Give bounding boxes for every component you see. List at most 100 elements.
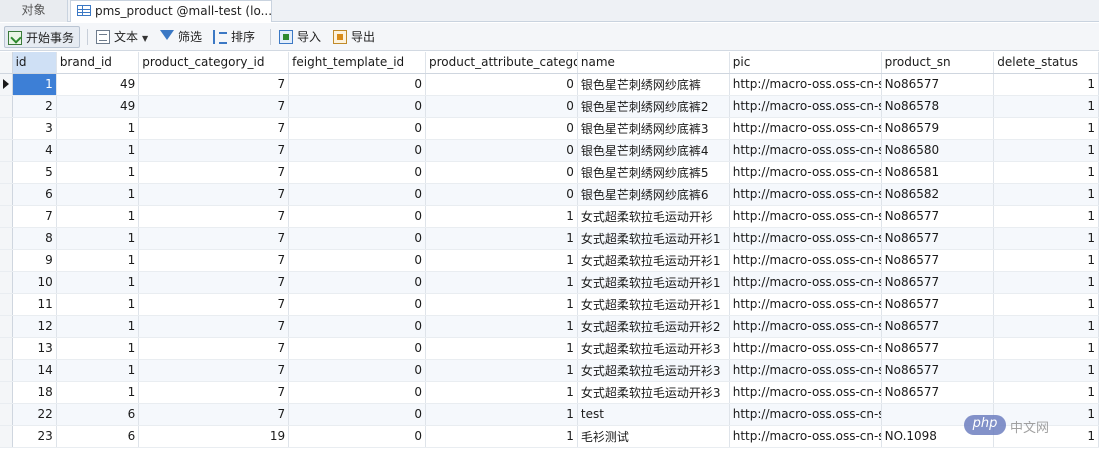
cell-name[interactable]: 银色星芒刺绣网纱底裤 [577,73,730,96]
cell-id[interactable]: 8 [12,227,57,250]
cell-delete-status[interactable]: 1 [993,293,1099,316]
cell-delete-status[interactable]: 1 [993,337,1099,360]
row-selector[interactable] [0,73,13,96]
tab-objects[interactable]: 对象 [0,0,68,22]
cell-name[interactable]: 女式超柔软拉毛运动开衫1 [577,271,730,294]
cell-brand-id[interactable]: 1 [56,271,140,294]
table-row[interactable]: 22 6 7 0 1 test http://macro-oss.oss-cn-s 1 [0,403,1099,426]
cell-brand-id[interactable]: 1 [56,161,140,184]
cell-product-attribute-category[interactable]: 1 [425,227,578,250]
cell-product-attribute-category[interactable]: 0 [425,95,578,118]
cell-feight-template-id[interactable]: 0 [288,117,426,140]
cell-name[interactable]: 女式超柔软拉毛运动开衫1 [577,249,730,272]
row-selector[interactable] [0,337,13,360]
import-button[interactable]: 导入 [279,26,321,48]
table-row[interactable]: 14 1 7 0 1 女式超柔软拉毛运动开衫3 http://macro-oss.oss-c… [0,359,1099,382]
cell-product-category-id[interactable]: 7 [138,117,290,140]
cell-pic[interactable]: http://macro-oss.oss-cn-s [729,227,882,250]
table-row[interactable]: 9 1 7 0 1 女式超柔软拉毛运动开衫1 http://macro-oss.oss-cn… [0,249,1099,272]
cell-brand-id[interactable]: 1 [56,117,140,140]
cell-brand-id[interactable]: 1 [56,359,140,382]
cell-id[interactable]: 2 [12,95,57,118]
cell-product-attribute-category[interactable]: 0 [425,117,578,140]
cell-brand-id[interactable]: 6 [56,425,140,448]
table-row[interactable]: 7 1 7 0 1 女式超柔软拉毛运动开衫 http://macro-oss.oss-cn-… [0,205,1099,228]
column-header-brand-id[interactable]: brand_id [56,52,140,74]
cell-product-attribute-category[interactable]: 1 [425,293,578,316]
column-header-name[interactable]: name [577,52,730,74]
cell-pic[interactable]: http://macro-oss.oss-cn-s [729,359,882,382]
column-header-delete-status[interactable]: delete_status [993,52,1099,74]
cell-feight-template-id[interactable]: 0 [288,73,426,96]
cell-product-attribute-category[interactable]: 0 [425,161,578,184]
cell-delete-status[interactable]: 1 [993,381,1099,404]
cell-product-category-id[interactable]: 7 [138,293,290,316]
table-row[interactable]: 8 1 7 0 1 女式超柔软拉毛运动开衫1 http://macro-oss.oss-cn… [0,227,1099,250]
cell-product-category-id[interactable]: 7 [138,139,290,162]
cell-id[interactable]: 3 [12,117,57,140]
table-row[interactable]: 3 1 7 0 0 银色星芒刺绣网纱底裤3 http://macro-oss.oss-cn-… [0,117,1099,140]
cell-feight-template-id[interactable]: 0 [288,139,426,162]
cell-product-category-id[interactable]: 7 [138,337,290,360]
table-row[interactable]: 2 49 7 0 0 银色星芒刺绣网纱底裤2 http://macro-oss.oss-cn… [0,95,1099,118]
cell-name[interactable]: 女式超柔软拉毛运动开衫2 [577,315,730,338]
cell-product-attribute-category[interactable]: 0 [425,73,578,96]
row-selector[interactable] [0,403,13,426]
cell-id[interactable]: 4 [12,139,57,162]
row-selector[interactable] [0,183,13,206]
sort-button[interactable]: 排序 [213,26,255,48]
cell-pic[interactable]: http://macro-oss.oss-cn-s [729,205,882,228]
cell-product-sn[interactable]: No86580 [881,139,995,162]
cell-id[interactable]: 6 [12,183,57,206]
cell-pic[interactable]: http://macro-oss.oss-cn-s [729,249,882,272]
cell-feight-template-id[interactable]: 0 [288,359,426,382]
cell-feight-template-id[interactable]: 0 [288,95,426,118]
cell-feight-template-id[interactable]: 0 [288,381,426,404]
cell-name[interactable]: 银色星芒刺绣网纱底裤5 [577,161,730,184]
cell-brand-id[interactable]: 1 [56,139,140,162]
cell-feight-template-id[interactable]: 0 [288,425,426,448]
cell-brand-id[interactable]: 1 [56,205,140,228]
cell-pic[interactable]: http://macro-oss.oss-cn-s [729,381,882,404]
data-grid[interactable]: id brand_id product_category_id feight_t… [0,52,1099,456]
column-header-product-category-id[interactable]: product_category_id [138,52,290,74]
cell-product-sn[interactable]: No86577 [881,271,995,294]
row-selector[interactable] [0,95,13,118]
cell-pic[interactable]: http://macro-oss.oss-cn-s [729,139,882,162]
export-button[interactable]: 导出 [333,26,375,48]
cell-brand-id[interactable]: 1 [56,293,140,316]
cell-id[interactable]: 22 [12,403,57,426]
cell-product-attribute-category[interactable]: 0 [425,183,578,206]
cell-pic[interactable]: http://macro-oss.oss-cn-s [729,73,882,96]
row-selector[interactable] [0,117,13,140]
cell-name[interactable]: 女式超柔软拉毛运动开衫3 [577,337,730,360]
table-row[interactable]: 18 1 7 0 1 女式超柔软拉毛运动开衫3 http://macro-oss.oss-c… [0,381,1099,404]
cell-product-sn[interactable]: No86577 [881,315,995,338]
cell-feight-template-id[interactable]: 0 [288,403,426,426]
cell-brand-id[interactable]: 1 [56,337,140,360]
cell-product-sn[interactable]: No86577 [881,293,995,316]
row-selector[interactable] [0,205,13,228]
row-selector[interactable] [0,249,13,272]
cell-id[interactable]: 23 [12,425,57,448]
cell-feight-template-id[interactable]: 0 [288,161,426,184]
cell-brand-id[interactable]: 1 [56,381,140,404]
cell-name[interactable]: 女式超柔软拉毛运动开衫1 [577,227,730,250]
cell-product-sn[interactable]: No86577 [881,381,995,404]
cell-product-sn[interactable]: No86578 [881,95,995,118]
chevron-down-icon[interactable]: ▼ [142,34,148,43]
cell-product-category-id[interactable]: 7 [138,359,290,382]
tab-pms-product[interactable]: pms_product @mall-test (lo... [70,0,272,22]
row-selector[interactable] [0,425,13,448]
row-selector[interactable] [0,293,13,316]
cell-product-attribute-category[interactable]: 1 [425,271,578,294]
cell-pic[interactable]: http://macro-oss.oss-cn-s [729,315,882,338]
cell-id[interactable]: 7 [12,205,57,228]
cell-feight-template-id[interactable]: 0 [288,337,426,360]
cell-delete-status[interactable]: 1 [993,183,1099,206]
cell-feight-template-id[interactable]: 0 [288,293,426,316]
begin-transaction-button[interactable]: 开始事务 [4,26,80,48]
column-header-product-attribute-category[interactable]: product_attribute_categor [425,52,578,74]
table-row[interactable]: 5 1 7 0 0 银色星芒刺绣网纱底裤5 http://macro-oss.oss-cn-… [0,161,1099,184]
cell-pic[interactable]: http://macro-oss.oss-cn-s [729,95,882,118]
